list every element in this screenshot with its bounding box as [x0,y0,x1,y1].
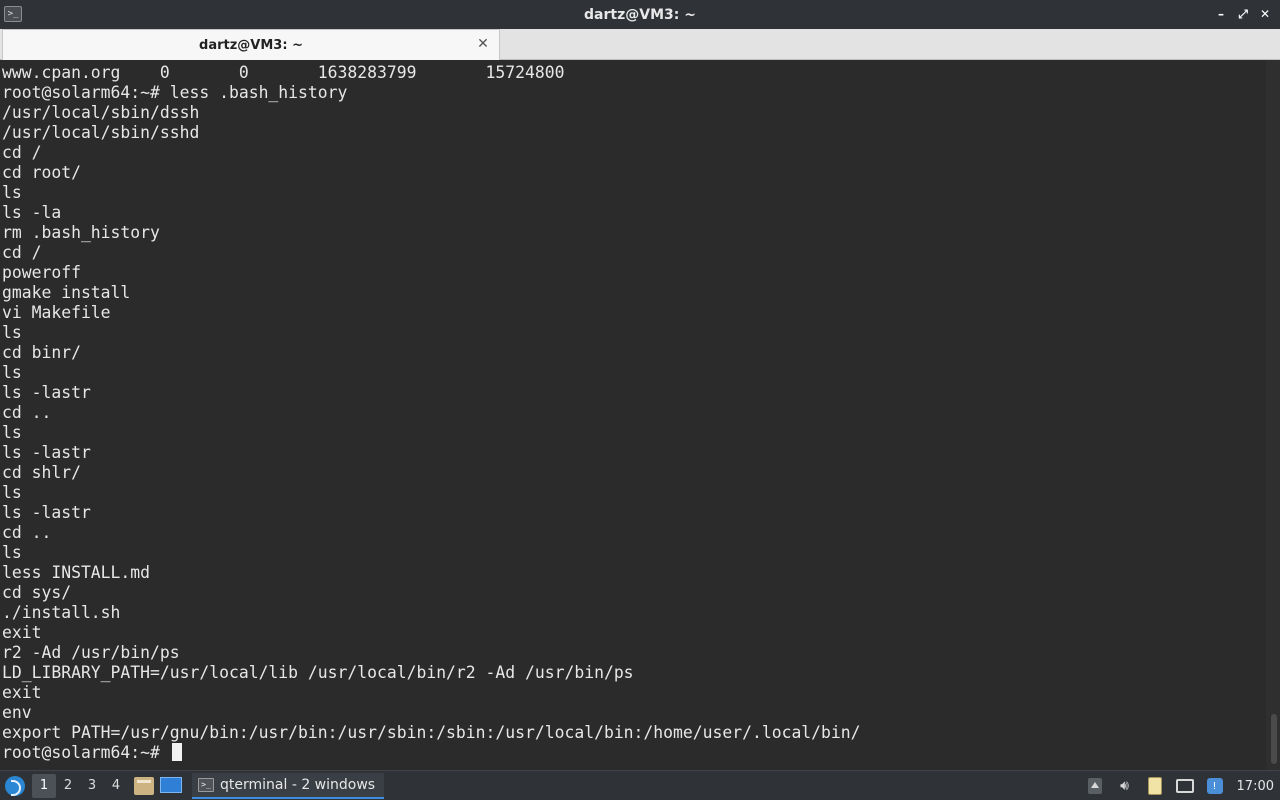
quick-launch [134,776,182,795]
terminal-line: rm .bash_history [2,223,160,242]
task-label: qterminal - 2 windows [220,776,376,793]
close-tab-icon[interactable]: ✕ [475,36,491,52]
terminal-line: ls [2,543,22,562]
terminal-line: ls [2,363,22,382]
terminal-line: cd sys/ [2,583,72,602]
text-cursor [171,743,182,761]
terminal-output[interactable]: www.cpan.org 0 0 1638283799 15724800 root… [0,60,1280,770]
terminal-line: exit [2,623,42,642]
terminal-line: cd shlr/ [2,463,81,482]
terminal-line: /usr/local/sbin/sshd [2,123,200,142]
distro-logo-icon [5,775,25,796]
minimize-button[interactable]: – [1210,5,1232,23]
tab-bar: dartz@VM3: ~ ✕ [0,29,1280,60]
clipboard-icon[interactable] [1143,774,1167,798]
terminal-line: ls -lastr [2,383,91,402]
terminal-line: www.cpan.org 0 0 1638283799 15724800 [2,63,565,82]
desktop-switcher: 1 2 3 4 [32,773,128,798]
clock[interactable]: 17:00 [1237,779,1274,794]
terminal-icon: >_ [198,777,214,792]
terminal-line: ls -lastr [2,443,91,462]
terminal-line: ls -la [2,203,62,222]
terminal-line: gmake install [2,283,131,302]
terminal-line: poweroff [2,263,81,282]
tab-label: dartz@VM3: ~ [199,37,303,53]
close-window-button[interactable]: ✕ [1254,5,1276,23]
terminal-line: cd root/ [2,163,81,182]
terminal-line: cd binr/ [2,343,81,362]
terminal-line: ls [2,183,22,202]
terminal-line: env [2,703,32,722]
taskbar-task-qterminal[interactable]: >_ qterminal - 2 windows [192,772,384,799]
desktop-2-button[interactable]: 2 [56,774,80,798]
terminal-line: ls [2,423,22,442]
start-menu-button[interactable] [0,771,30,800]
window-titlebar[interactable]: >_ dartz@VM3: ~ – ⤢ ✕ [0,0,1280,29]
terminal-line: root@solarm64:~# less .bash_history [2,83,348,102]
terminal-line: cd .. [2,403,52,422]
window-title: dartz@VM3: ~ [584,6,696,23]
shell-prompt: root@solarm64:~# [2,743,170,762]
volume-icon[interactable]: 🔊︎ [1113,774,1137,798]
window-controls: – ⤢ ✕ [1210,5,1276,23]
terminal-line: vi Makefile [2,303,111,322]
show-desktop-icon[interactable] [160,776,182,793]
terminal-line: ./install.sh [2,603,121,622]
terminal-line: r2 -Ad /usr/bin/ps [2,643,180,662]
terminal-icon[interactable]: >_ [4,6,22,22]
terminal-line: exit [2,683,42,702]
system-tray: 🔊︎ ! 17:00 [1077,771,1280,800]
terminal-prompt-line[interactable]: root@solarm64:~# [2,743,1264,763]
terminal-line: /usr/local/sbin/dssh [2,103,200,122]
terminal-line: ls [2,483,22,502]
taskbar: 1 2 3 4 >_ qterminal - 2 windows 🔊︎ ! 17… [0,770,1280,800]
terminal-line: cd .. [2,523,52,542]
terminal-lines: www.cpan.org 0 0 1638283799 15724800 root… [2,63,1264,763]
terminal-line: ls [2,323,22,342]
terminal-line: cd / [2,143,42,162]
terminal-line: ls -lastr [2,503,91,522]
terminal-line: cd / [2,243,42,262]
update-notifier-icon[interactable]: ! [1203,774,1227,798]
network-icon[interactable] [1173,774,1197,798]
terminal-scrollbar[interactable] [1266,60,1280,770]
desktop-3-button[interactable]: 3 [80,774,104,798]
file-manager-icon[interactable] [134,776,154,795]
desktop-1-button[interactable]: 1 [32,773,56,798]
scrollbar-thumb[interactable] [1271,714,1277,764]
tab-terminal[interactable]: dartz@VM3: ~ ✕ [2,29,500,60]
restore-button[interactable]: ⤢ [1232,5,1254,23]
terminal-line: LD_LIBRARY_PATH=/usr/local/lib /usr/loca… [2,663,634,682]
tray-expand-icon[interactable] [1083,774,1107,798]
desktop-4-button[interactable]: 4 [104,774,128,798]
terminal-line: less INSTALL.md [2,563,151,582]
terminal-line: export PATH=/usr/gnu/bin:/usr/bin:/usr/s… [2,723,861,742]
